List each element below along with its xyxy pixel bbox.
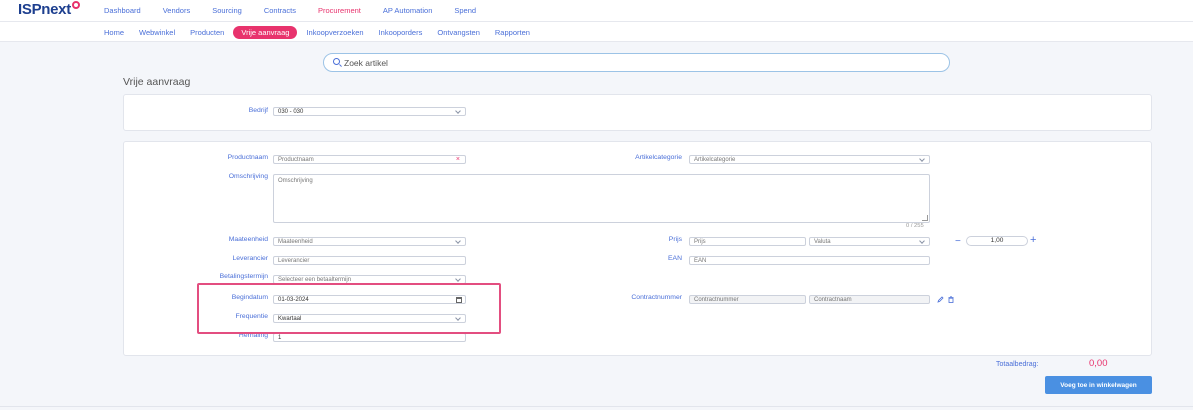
- decrease-quantity-button[interactable]: −: [955, 236, 961, 247]
- subnav-inkooporders[interactable]: Inkooporders: [379, 28, 423, 37]
- herhaling-field[interactable]: 1: [273, 333, 466, 342]
- contractnaam-placeholder: Contractnaam: [814, 297, 852, 303]
- prijs-field[interactable]: Prijs: [689, 237, 806, 246]
- procurement-nav: Home Webwinkel Producten Vrije aanvraag …: [104, 26, 545, 39]
- search-bar: [323, 53, 950, 72]
- increase-quantity-button[interactable]: +: [1030, 234, 1036, 246]
- contractnummer-label: Contractnummer: [631, 294, 682, 301]
- sub-navbar: Home Webwinkel Producten Vrije aanvraag …: [0, 22, 1193, 42]
- nav-contracts[interactable]: Contracts: [264, 6, 296, 15]
- maateenheid-select[interactable]: Maateenheid: [273, 237, 466, 246]
- subnav-home[interactable]: Home: [104, 28, 124, 37]
- contractnaam-field[interactable]: Contractnaam: [809, 295, 930, 304]
- maateenheid-label: Maateenheid: [228, 236, 268, 243]
- nav-dashboard[interactable]: Dashboard: [104, 6, 141, 15]
- quantity-input[interactable]: 1,00: [966, 236, 1028, 246]
- search-icon: [333, 58, 340, 65]
- leverancier-label: Leverancier: [232, 255, 268, 262]
- subnav-inkoopverzoeken[interactable]: Inkoopverzoeken: [306, 28, 363, 37]
- top-navbar: ISPnext Dashboard Vendors Sourcing Contr…: [0, 0, 1193, 22]
- ean-label: EAN: [668, 255, 682, 262]
- productnaam-label: Productnaam: [227, 154, 268, 161]
- edit-icon[interactable]: [937, 296, 944, 303]
- productnaam-placeholder: Productnaam: [278, 157, 314, 163]
- nav-ap-automation[interactable]: AP Automation: [383, 6, 432, 15]
- artikelcategorie-select[interactable]: Artikelcategorie: [689, 155, 930, 164]
- search-input[interactable]: [344, 56, 934, 70]
- resize-handle-icon[interactable]: [922, 215, 928, 221]
- bottom-divider: [0, 406, 1193, 407]
- main-nav: Dashboard Vendors Sourcing Contracts Pro…: [104, 6, 498, 15]
- ean-placeholder: EAN: [694, 258, 707, 264]
- bedrijf-label: Bedrijf: [248, 107, 268, 114]
- contractnummer-placeholder: Contractnummer: [694, 297, 739, 303]
- productnaam-field[interactable]: Productnaam ×: [273, 155, 466, 164]
- char-counter: 0 / 255: [906, 223, 924, 229]
- ean-field[interactable]: EAN: [689, 256, 930, 265]
- subnav-producten[interactable]: Producten: [190, 28, 224, 37]
- valuta-select[interactable]: Valuta: [809, 237, 930, 246]
- leverancier-field[interactable]: Leverancier: [273, 256, 466, 265]
- nav-sourcing[interactable]: Sourcing: [212, 6, 242, 15]
- total-value: 0,00: [1089, 358, 1108, 369]
- maateenheid-placeholder: Maateenheid: [278, 239, 313, 245]
- artikelcategorie-placeholder: Artikelcategorie: [694, 157, 736, 163]
- subnav-ontvangsten[interactable]: Ontvangsten: [437, 28, 480, 37]
- bedrijf-value: 030 - 030: [278, 109, 304, 115]
- highlight-annotation: [197, 283, 501, 334]
- ispnext-logo[interactable]: ISPnext: [18, 1, 80, 18]
- omschrijving-label: Omschrijving: [228, 173, 268, 180]
- add-to-cart-button[interactable]: Voeg toe in winkelwagen: [1045, 376, 1152, 394]
- prijs-label: Prijs: [668, 236, 682, 243]
- omschrijving-placeholder: Omschrijving: [278, 178, 313, 184]
- herhaling-value: 1: [278, 335, 282, 341]
- leverancier-placeholder: Leverancier: [278, 258, 310, 264]
- nav-spend[interactable]: Spend: [454, 6, 476, 15]
- omschrijving-textarea[interactable]: Omschrijving: [273, 174, 930, 223]
- trash-icon[interactable]: [948, 296, 954, 303]
- subnav-vrije-aanvraag[interactable]: Vrije aanvraag: [233, 26, 298, 39]
- clear-icon[interactable]: ×: [456, 156, 460, 163]
- nav-procurement[interactable]: Procurement: [318, 6, 361, 15]
- artikelcategorie-label: Artikelcategorie: [635, 154, 682, 161]
- logo-mark-icon: [71, 1, 80, 9]
- nav-vendors[interactable]: Vendors: [163, 6, 191, 15]
- bedrijf-select[interactable]: 030 - 030: [273, 107, 466, 116]
- logo-text: ISPnext: [18, 1, 71, 18]
- page-title: Vrije aanvraag: [123, 76, 191, 88]
- total-label: Totaalbedrag:: [996, 361, 1039, 368]
- contractnummer-field[interactable]: Contractnummer: [689, 295, 806, 304]
- subnav-webwinkel[interactable]: Webwinkel: [139, 28, 175, 37]
- betalingstermijn-label: Betalingstermijn: [219, 273, 268, 280]
- valuta-placeholder: Valuta: [814, 239, 831, 245]
- prijs-placeholder: Prijs: [694, 239, 706, 245]
- subnav-rapporten[interactable]: Rapporten: [495, 28, 530, 37]
